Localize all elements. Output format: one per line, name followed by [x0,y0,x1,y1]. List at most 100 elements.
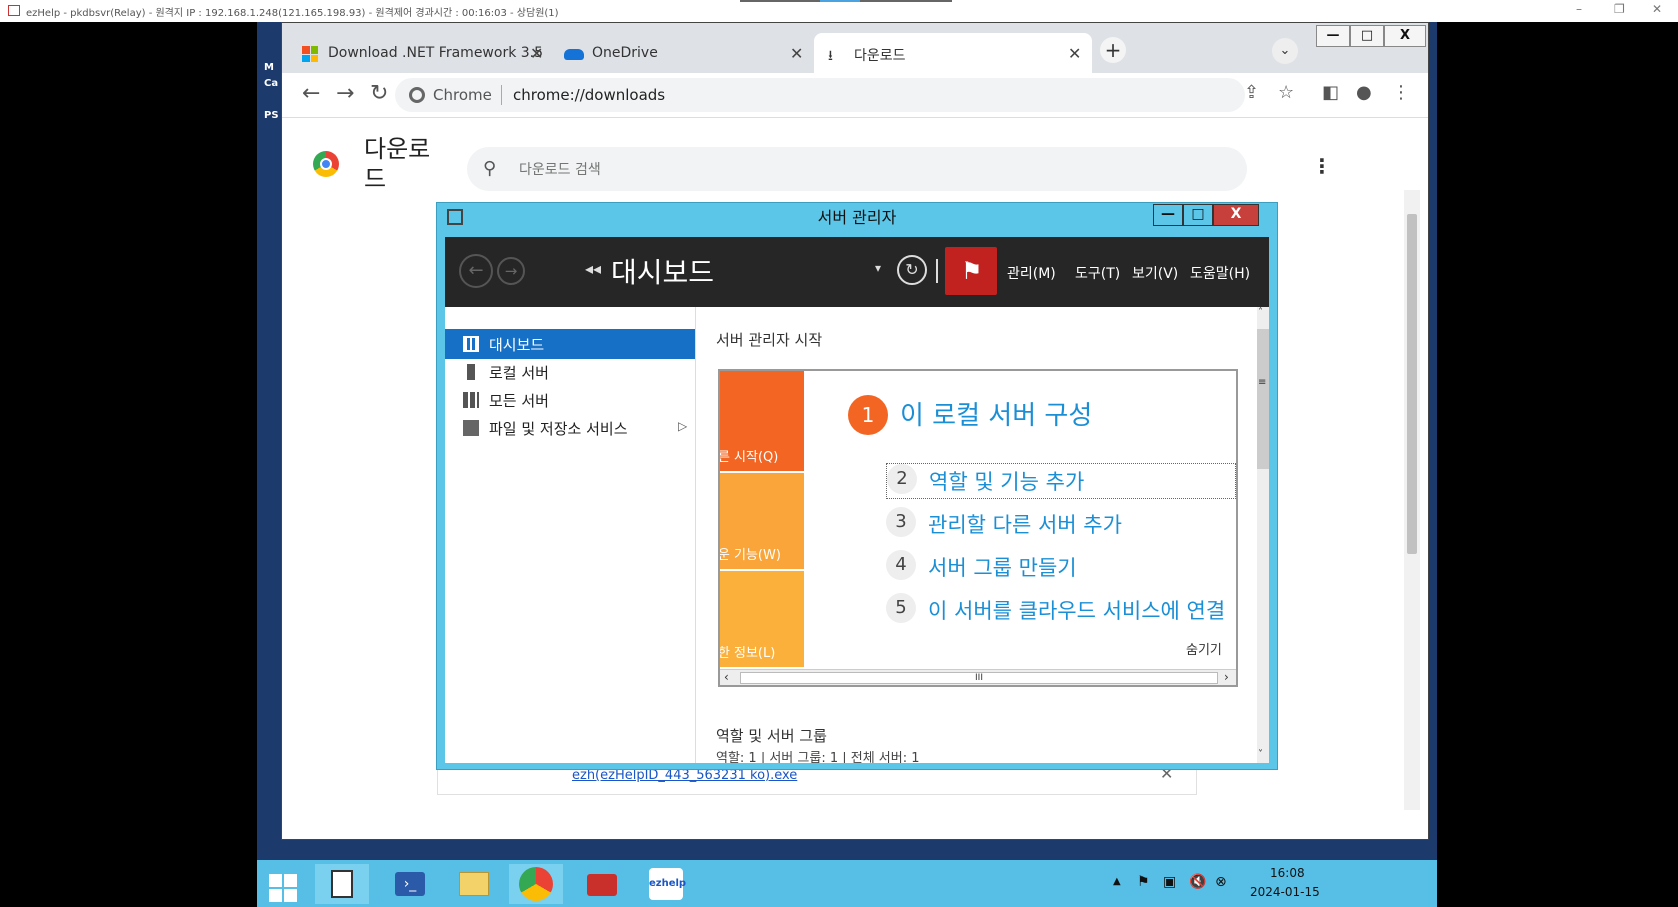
scroll-down-icon[interactable]: ˅ [1258,749,1263,760]
back-button[interactable]: ← [302,81,320,106]
sm-minimize-button[interactable]: — [1153,204,1183,226]
hide-link[interactable]: 숨기기 [1186,639,1222,658]
new-tab-button[interactable]: + [1100,37,1126,63]
horizontal-scrollbar[interactable]: ‹ III › [720,669,1236,685]
nav-item-file-storage[interactable]: 파일 및 저장소 서비스 [445,413,695,443]
scroll-up-icon[interactable]: ˄ [1258,307,1263,318]
address-bar[interactable]: Chrome chrome://downloads [395,78,1245,112]
tab-close-icon[interactable]: ✕ [1068,44,1081,63]
tab-close-icon[interactable]: ✕ [530,44,543,63]
taskbar-powershell[interactable]: ›_ [383,864,437,904]
sm-body: 대시보드 로컬 서버 모든 서버 파일 및 저장소 서비스 ▷ 서버 관리자 시… [445,307,1269,763]
chrome-logo-icon [313,151,339,177]
share-icon[interactable]: ⇪ [1244,82,1259,103]
refresh-icon[interactable]: ↻ [897,255,927,285]
step-number-badge: 5 [886,593,916,623]
scrollbar-thumb[interactable] [1407,214,1417,554]
download-file-link[interactable]: ezh(ezHelpID_443_563231 ko).exe [572,768,797,783]
tab-close-icon[interactable]: ✕ [790,44,803,63]
profile-icon[interactable]: ● [1356,82,1372,103]
host-minimize-button[interactable]: – [1576,2,1582,16]
start-button[interactable] [257,864,311,904]
network-icon[interactable]: ▣ [1163,874,1176,890]
expand-arrow-icon[interactable]: ▷ [678,419,687,433]
step-add-roles[interactable]: 2 역할 및 기능 추가 [886,463,1236,499]
bookmark-star-icon[interactable]: ☆ [1278,82,1294,103]
step-configure-local-server[interactable]: 이 로컬 서버 구성 [900,395,1092,432]
menu-manage[interactable]: 관리(M) [1007,263,1056,283]
flag-icon: ⚑ [961,257,983,285]
host-restore-button[interactable]: ❐ [1614,2,1625,16]
ezhelp-icon: ezhelp [649,868,686,900]
nav-item-label: 로컬 서버 [489,364,549,382]
nav-item-label: 파일 및 저장소 서비스 [489,420,628,438]
tab-dotnet[interactable]: Download .NET Framework 3.5 ✕ [290,33,552,73]
tile-quick-start[interactable]: 빠른 시작(Q) [720,371,804,471]
tab-onedrive[interactable]: OneDrive ✕ [552,33,810,73]
chrome-icon [519,867,553,901]
scroll-left-icon[interactable]: ‹ [724,670,729,684]
search-input[interactable] [517,156,1121,184]
reload-button[interactable]: ↻ [370,81,388,106]
page-title: 다운로드 [364,135,431,193]
nav-item-local-server[interactable]: 로컬 서버 [445,357,695,387]
volume-muted-icon[interactable]: 🔇 [1189,874,1206,890]
url-text[interactable]: chrome://downloads [513,86,665,104]
server-manager-icon [331,870,353,898]
step-number-badge: 4 [886,550,916,580]
tile-learn-more[interactable]: 자세한 정보(L) [720,571,804,667]
sm-dashboard-content: 서버 관리자 시작 빠른 시작(Q) 새로운 기능(W) 자세한 정보(L) 1… [696,307,1256,763]
nav-item-dashboard[interactable]: 대시보드 [445,329,695,359]
tab-downloads[interactable]: ⭳ 다운로드 ✕ [814,33,1092,73]
tab-search-button[interactable]: ⌄ [1272,38,1298,64]
downloads-search[interactable]: ⚲ [467,147,1247,191]
menu-view[interactable]: 보기(V) [1132,263,1178,283]
dropdown-icon[interactable]: ▾ [875,261,881,275]
sm-maximize-button[interactable]: □ [1183,204,1213,226]
forward-button[interactable]: → [336,81,354,106]
taskbar-ezhelp[interactable]: ezhelp [639,864,693,904]
host-close-button[interactable]: ✕ [1652,2,1662,16]
side-panel-icon[interactable]: ◧ [1322,82,1339,103]
status-x-icon[interactable]: ⊗ [1215,874,1227,890]
action-center-flag-icon[interactable]: ⚑ [1137,874,1150,890]
taskbar-toolbox[interactable] [575,864,629,904]
chrome-site-icon [409,87,425,103]
page-scrollbar[interactable] [1404,190,1420,810]
step-number-badge: 3 [886,507,916,537]
chrome-close-button[interactable]: X [1384,25,1426,47]
menu-help[interactable]: 도움말(H) [1190,263,1250,283]
folder-icon [459,872,489,896]
storage-icon [463,420,479,436]
taskbar-chrome[interactable] [509,864,563,904]
clock-time[interactable]: 16:08 [1270,866,1305,880]
menu-tools[interactable]: 도구(T) [1075,263,1120,283]
downloads-menu-icon[interactable]: ⋮ [1312,154,1332,178]
scroll-right-icon[interactable]: › [1224,670,1229,684]
tab-label: Download .NET Framework 3.5 [328,45,544,61]
clock-date[interactable]: 2024-01-15 [1250,885,1320,899]
sm-forward-button[interactable]: → [497,257,525,285]
step-number-badge: 1 [848,395,888,435]
chrome-minimize-button[interactable]: — [1316,25,1350,47]
step-label: 관리할 다른 서버 추가 [928,513,1122,537]
scroll-grip-icon: ≡ [1258,377,1267,388]
onedrive-cloud-icon [564,49,584,60]
nav-item-all-servers[interactable]: 모든 서버 [445,385,695,415]
server-manager-window: 서버 관리자 — □ X ← → ◂◂ 대시보드 ▾ ↻ ⚑ 관리(M) 도구(… [436,202,1278,770]
chrome-menu-icon[interactable]: ⋮ [1392,82,1410,103]
sm-close-button[interactable]: X [1213,204,1259,226]
taskbar-server-manager[interactable] [315,864,369,904]
tray-expand-icon[interactable]: ▲ [1113,876,1121,887]
servers-icon [463,392,479,408]
notifications-flag-button[interactable]: ⚑ [945,247,997,295]
chrome-maximize-button[interactable]: □ [1350,25,1384,47]
scrollbar-thumb[interactable]: III [740,672,1218,684]
sm-back-button[interactable]: ← [459,254,493,288]
tab-label: 다운로드 [854,48,906,64]
vertical-scrollbar[interactable]: ˄ ≡ ˅ [1257,307,1269,763]
tile-whats-new[interactable]: 새로운 기능(W) [720,473,804,569]
taskbar-file-explorer[interactable] [447,864,501,904]
step-label: 서버 그룹 만들기 [928,556,1077,580]
scrollbar-thumb[interactable] [1257,329,1269,469]
